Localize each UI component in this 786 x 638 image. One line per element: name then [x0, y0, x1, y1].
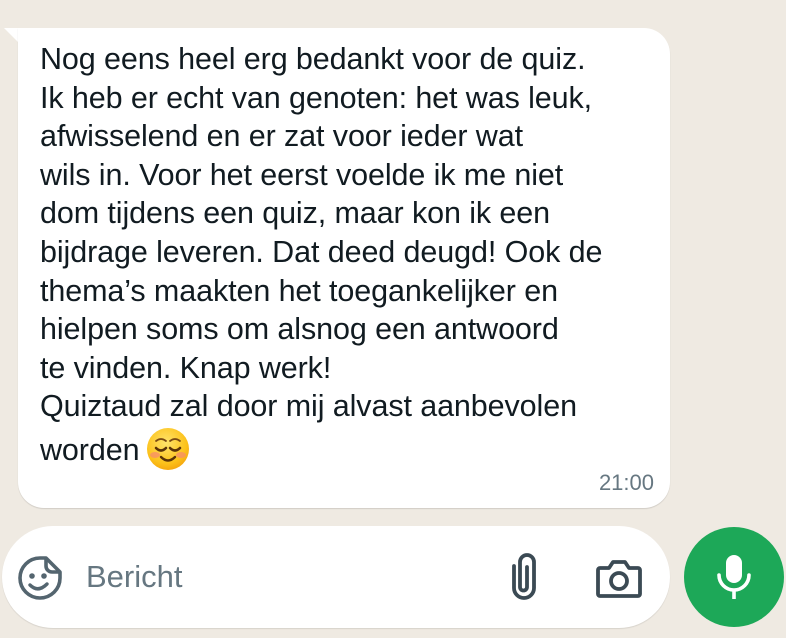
sticker-icon[interactable] — [16, 554, 64, 602]
message-line: Nog eens heel erg bedankt voor de quiz. — [40, 42, 586, 76]
microphone-icon — [717, 555, 751, 599]
message-line: thema’s maakten het toegankelijker en — [40, 273, 558, 308]
paperclip-icon[interactable] — [502, 552, 546, 604]
message-composer — [2, 526, 670, 628]
message-line: Quiztaud zal door mij alvast aanbevolen — [40, 389, 577, 424]
message-line: Ik heb er echt van genoten: het was leuk… — [40, 80, 593, 115]
message-line: afwisselend en er zat voor ieder wat — [40, 119, 523, 154]
message-timestamp: 21:00 — [598, 470, 654, 495]
message-line: hielpen soms om alsnog een antwoord — [40, 312, 559, 347]
message-line: dom tijdens een quiz, maar kon ik een — [40, 196, 551, 231]
voice-message-button[interactable] — [684, 527, 784, 627]
message-line: bijdrage leveren. Dat deed deugd! Ook de — [40, 234, 603, 269]
camera-icon[interactable] — [594, 554, 644, 602]
chat-area: Nog eens heel erg bedankt voor de quiz. … — [0, 0, 786, 520]
message-bubble[interactable]: Nog eens heel erg bedankt voor de quiz. … — [18, 28, 670, 508]
message-line: wils in. Voor het eerst voelde ik me nie… — [40, 157, 564, 192]
message-text: Nog eens heel erg bedankt voor de quiz. … — [40, 40, 660, 472]
message-line: te vinden. Knap werk! — [40, 350, 332, 385]
message-line: worden — [40, 432, 140, 467]
smiling-face-emoji-icon — [147, 427, 190, 470]
message-input[interactable] — [86, 552, 466, 602]
